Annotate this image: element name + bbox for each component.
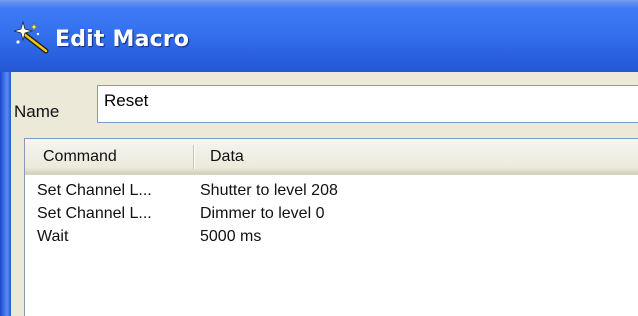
- data-cell: Shutter to level 208: [200, 182, 338, 199]
- window-title: Edit Macro: [55, 27, 190, 52]
- column-header-command[interactable]: Command: [43, 148, 117, 166]
- command-cell: Set Channel L...: [37, 205, 152, 222]
- window-frame-left: [0, 72, 11, 316]
- column-divider[interactable]: [193, 145, 195, 169]
- data-cell: Dimmer to level 0: [200, 205, 325, 222]
- list-header: Command Data: [25, 139, 638, 175]
- name-input[interactable]: Reset: [97, 85, 638, 123]
- table-row[interactable]: Wait 5000 ms: [25, 228, 638, 250]
- command-cell: Wait: [37, 228, 69, 245]
- table-row[interactable]: Set Channel L... Shutter to level 208: [25, 182, 638, 204]
- commands-list[interactable]: Command Data Set Channel L... Shutter to…: [24, 138, 638, 316]
- title-bar[interactable]: Edit Macro: [0, 0, 638, 72]
- command-cell: Set Channel L...: [37, 182, 152, 199]
- magic-wand-icon: [14, 20, 49, 54]
- data-cell: 5000 ms: [200, 228, 262, 245]
- table-row[interactable]: Set Channel L... Dimmer to level 0: [25, 205, 638, 227]
- name-label: Name: [14, 102, 60, 121]
- column-header-data[interactable]: Data: [210, 148, 244, 166]
- edit-macro-window: Edit Macro Name Reset Command Data Set C…: [0, 0, 638, 316]
